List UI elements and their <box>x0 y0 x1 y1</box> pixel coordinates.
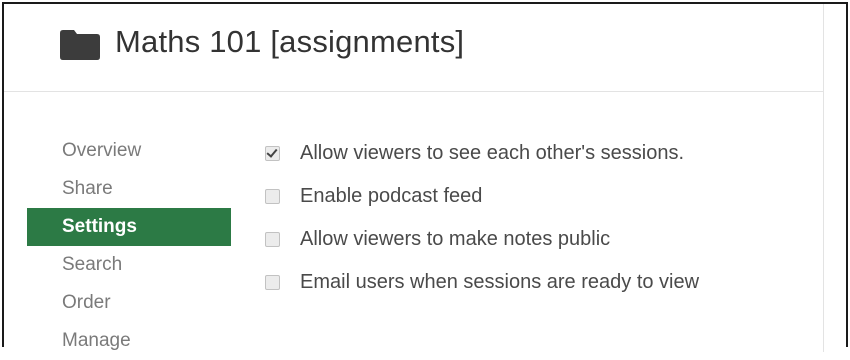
window-frame: Maths 101 [assignments] Overview Share S… <box>2 2 848 352</box>
enable-podcast-feed-checkbox[interactable] <box>265 189 280 204</box>
sidebar-item-order[interactable]: Order <box>27 284 231 322</box>
email-users-ready-checkbox[interactable] <box>265 275 280 290</box>
settings-content: Overview Share Settings Search Order Man… <box>4 92 824 352</box>
allow-viewers-see-sessions-checkbox[interactable] <box>265 146 280 161</box>
allow-notes-public-checkbox[interactable] <box>265 232 280 247</box>
option-label: Allow viewers to make notes public <box>300 228 611 250</box>
sidebar-item-search[interactable]: Search <box>27 246 231 284</box>
sidebar-item-overview[interactable]: Overview <box>27 132 231 170</box>
option-allow-viewers-see-sessions[interactable]: Allow viewers to see each other's sessio… <box>265 132 825 175</box>
option-allow-notes-public[interactable]: Allow viewers to make notes public <box>265 218 825 261</box>
sidebar-item-share[interactable]: Share <box>27 170 231 208</box>
page-header: Maths 101 [assignments] <box>4 4 824 92</box>
settings-options: Allow viewers to see each other's sessio… <box>265 132 825 304</box>
option-label: Email users when sessions are ready to v… <box>300 271 700 293</box>
option-email-users-ready[interactable]: Email users when sessions are ready to v… <box>265 261 825 304</box>
sidebar-item-manage[interactable]: Manage <box>27 322 231 360</box>
option-enable-podcast-feed[interactable]: Enable podcast feed <box>265 175 825 218</box>
folder-icon <box>60 30 100 60</box>
option-label: Allow viewers to see each other's sessio… <box>300 142 684 164</box>
page-title: Maths 101 [assignments] <box>115 24 465 59</box>
option-label: Enable podcast feed <box>300 185 483 207</box>
sidebar-nav: Overview Share Settings Search Order Man… <box>27 132 231 360</box>
sidebar-item-settings[interactable]: Settings <box>27 208 231 246</box>
